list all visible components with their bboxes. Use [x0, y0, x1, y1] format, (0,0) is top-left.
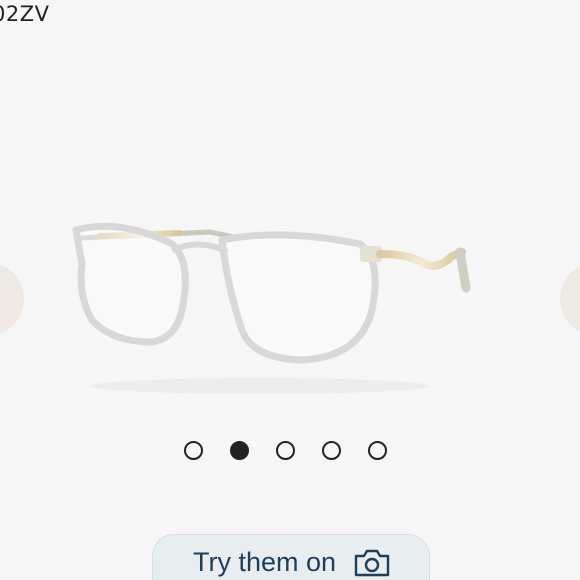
- carousel-dot-3[interactable]: [276, 441, 295, 460]
- carousel-dot-1[interactable]: [184, 441, 203, 460]
- carousel-dot-2-active[interactable]: [230, 441, 249, 460]
- carousel-prev-button[interactable]: ‹: [0, 262, 24, 336]
- product-code: 02ZV: [0, 2, 50, 26]
- carousel-dot-4[interactable]: [322, 441, 341, 460]
- carousel-dot-5[interactable]: [368, 441, 387, 460]
- try-on-label: Try them on: [193, 547, 337, 577]
- camera-icon: [354, 549, 390, 577]
- carousel-pagination: [0, 441, 580, 461]
- carousel-next-button[interactable]: ›: [560, 262, 580, 336]
- eyeglasses-image: [72, 222, 471, 394]
- product-gallery: 02ZV ‹ ›: [0, 0, 580, 580]
- try-them-on-button[interactable]: Try them on: [152, 534, 430, 580]
